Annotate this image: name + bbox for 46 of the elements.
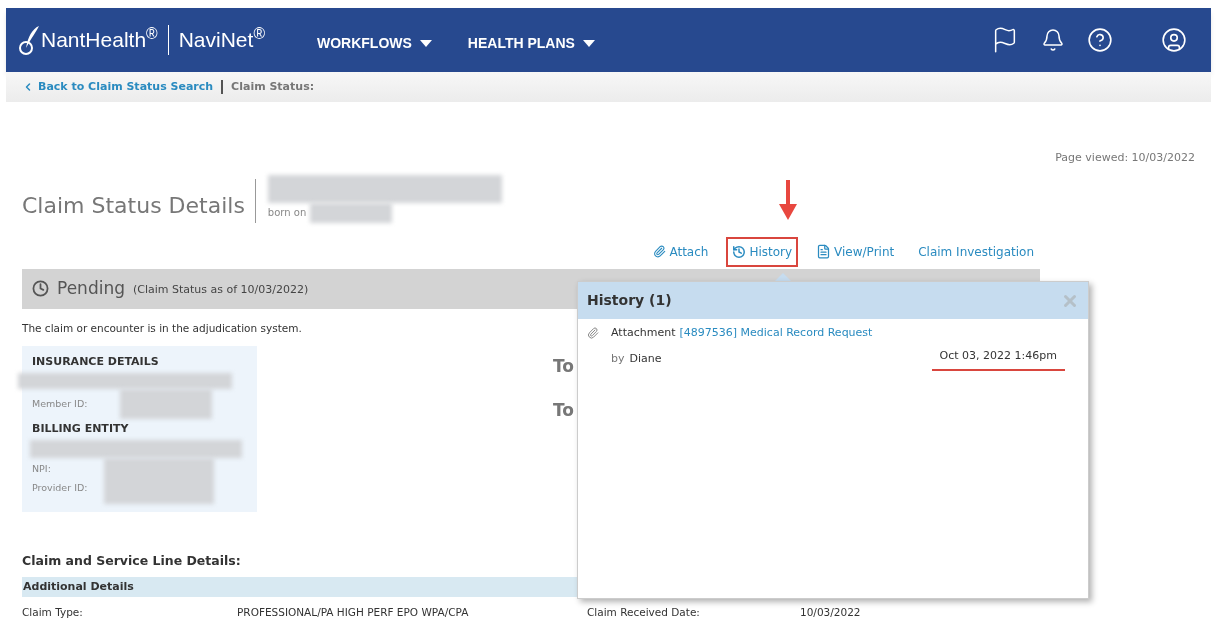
status-label: Pending <box>57 276 125 300</box>
status-description: The claim or encounter is in the adjudication system. <box>22 320 302 336</box>
help-icon[interactable] <box>1087 27 1113 53</box>
popup-title: History (1) <box>587 291 672 310</box>
user-account-icon[interactable] <box>1161 27 1187 53</box>
nav-menu[interactable]: WORKFLOWS <box>317 32 432 54</box>
product-name: NaviNet$^{®}$ <box>178 24 265 54</box>
detail-value: 10/03/2022 <box>800 605 861 618</box>
paperclip-icon <box>653 245 667 258</box>
action-link[interactable]: Attach <box>647 236 715 267</box>
attachment-link[interactable]: [4897536] Medical Record Request <box>679 325 873 342</box>
total-label: To <box>553 355 575 379</box>
entry-type: Attachment <box>611 325 676 341</box>
section-title: Claim and Service Line Details: <box>22 552 242 571</box>
birth-date-label: born on <box>267 206 307 220</box>
detail-value: PROFESSIONAL/PA HIGH PERF EPO WPA/CPA <box>237 605 470 618</box>
quill-logo-icon <box>18 23 40 57</box>
back-link[interactable]: Back to Claim Status Search <box>22 78 214 96</box>
detail-label: Claim Received Date: <box>587 605 701 618</box>
action-link[interactable]: Claim Investigation <box>912 236 1040 267</box>
caret-icon <box>582 39 595 47</box>
total-label: To <box>553 398 575 422</box>
field-label: Member ID: <box>32 397 89 412</box>
author-name: Diane <box>629 351 662 367</box>
section-heading: BILLING ENTITY <box>32 421 130 438</box>
breadcrumb-current: Claim Status: <box>231 78 315 95</box>
field-label: NPI: <box>32 462 52 477</box>
brand-name: NantHealth$^{®}$ <box>41 24 158 54</box>
document-icon <box>816 244 832 259</box>
action-link[interactable]: History <box>726 236 799 267</box>
status-date: (Claim Status as of 10/03/2022) <box>132 281 309 298</box>
page-viewed-date: Page viewed: 10/03/2022 <box>1055 150 1195 166</box>
section-heading: INSURANCE DETAILS <box>32 354 160 371</box>
field-label: Provider ID: <box>32 480 89 495</box>
paperclip-icon <box>587 327 599 340</box>
caret-icon <box>419 39 432 47</box>
detail-label: Claim Type: <box>22 605 84 618</box>
nav-menu[interactable]: HEALTH PLANS <box>467 32 595 54</box>
action-link[interactable]: View/Print <box>810 236 901 267</box>
notification-icon[interactable] <box>1041 28 1065 52</box>
annotation-arrow <box>779 180 797 220</box>
author-prefix: by <box>611 351 625 367</box>
page-title: Claim Status Details <box>22 191 245 220</box>
clock-icon <box>32 280 49 297</box>
history-icon <box>732 244 747 259</box>
entry-date: Oct 03, 2022 1:46pm <box>931 347 1065 371</box>
